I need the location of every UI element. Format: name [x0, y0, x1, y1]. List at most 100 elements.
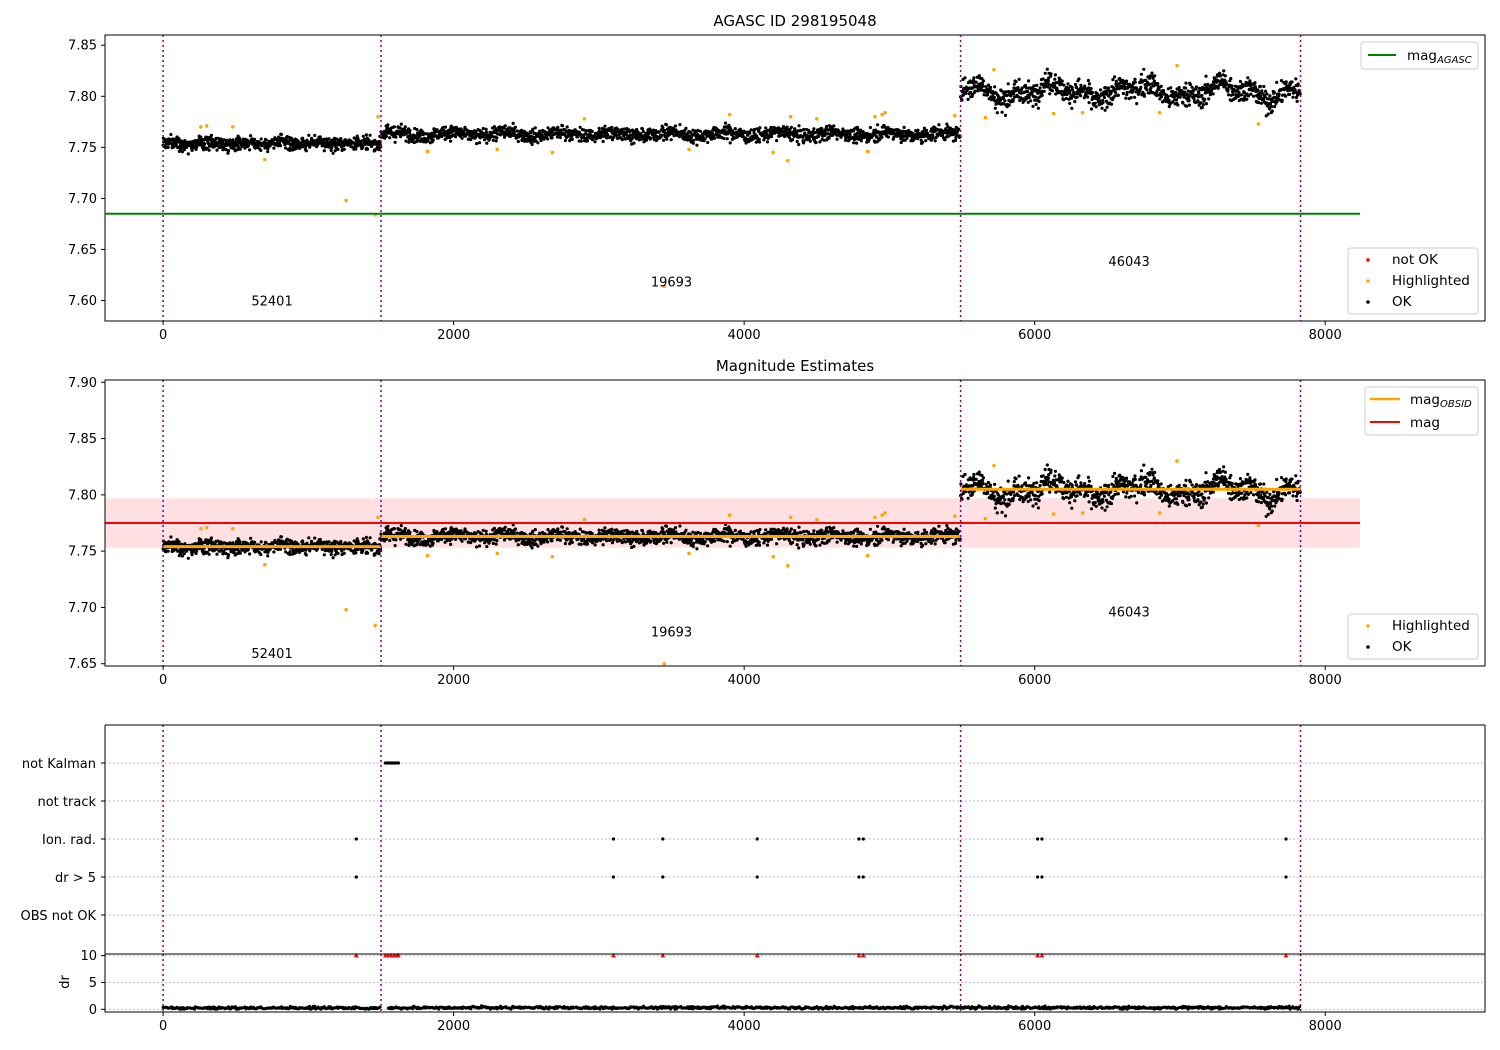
panel2-ok-point: [611, 531, 615, 535]
panel1-ok-point: [1046, 79, 1050, 83]
panel1-highlighted-point-15: [785, 158, 790, 163]
panel2-ok-point: [404, 542, 408, 546]
panel1-highlighted-point-4: [344, 198, 348, 203]
panel1-ok-point: [329, 148, 333, 152]
panel1-ok-point: [1190, 85, 1194, 89]
panel2-ok-point: [169, 535, 173, 539]
panel1-ok-point: [966, 97, 970, 101]
panel1-ok-point: [598, 136, 603, 140]
panel1-ok-point: [1200, 93, 1204, 98]
panel1-ok-point: [443, 125, 448, 129]
panel2-ok-point: [593, 543, 597, 547]
panel2-ok-point: [665, 540, 669, 544]
panel1-ok-point: [1176, 103, 1180, 107]
panel1-ok-point: [812, 127, 816, 131]
panel1-ok-point: [1064, 96, 1068, 101]
panel1-ok-point: [264, 138, 268, 142]
panel1-ok-point: [795, 132, 799, 136]
panel1-ok-point: [1060, 79, 1064, 83]
panel1-obsid-label-2: 46043: [1108, 255, 1149, 270]
panel1-ok-point: [691, 141, 695, 145]
panel1-ok-point: [1135, 102, 1139, 106]
panel2-ok-point: [502, 528, 506, 532]
panel2-ok-point: [310, 539, 314, 543]
panel1-ok-point: [1045, 67, 1049, 71]
panel2-ok-point: [609, 537, 613, 542]
panel1-ok-point: [1187, 99, 1191, 103]
panel1-ok-point: [609, 135, 613, 139]
panel1-ok-point: [1074, 85, 1079, 89]
panel1-ok-point: [1253, 81, 1257, 85]
panel1-ok-point: [1159, 84, 1163, 88]
panel1-ok-point: [669, 138, 673, 142]
panel1-ok-point: [1245, 97, 1249, 101]
panel1-xtick-label-3: 6000: [1018, 328, 1051, 343]
panel1-ok-point: [511, 121, 515, 125]
panel1-ok-point: [1273, 104, 1277, 109]
panel2-ok-point: [327, 540, 331, 544]
panel2-ok-point: [366, 551, 370, 555]
panel1-highlighted-point-27: [1157, 110, 1162, 115]
panel1-ok-point: [1290, 80, 1294, 84]
panel2-ok-point: [399, 524, 403, 528]
panel1-ok-point: [288, 146, 292, 150]
panel1-ok-point: [392, 125, 396, 129]
panel1-ok-point: [491, 138, 495, 142]
panel1-ok-point: [1102, 95, 1106, 100]
panel1-ok-point: [431, 138, 435, 142]
legend-not-ok-marker: [1366, 258, 1370, 262]
panel1-ok-point: [550, 136, 554, 140]
panel1-ok-point: [278, 144, 283, 148]
panel1-ok-point: [361, 134, 365, 138]
panel2-ok-point: [266, 554, 270, 558]
panel1-ok-point: [1014, 80, 1018, 84]
panel1-ok-point: [327, 137, 331, 141]
panel1-ok-point: [1114, 79, 1118, 83]
panel1-ok-point: [342, 147, 346, 151]
panel2-ok-point: [494, 542, 498, 546]
panel2-ok-point: [673, 526, 678, 530]
panel1-ok-point: [748, 131, 752, 135]
panel2-ok-point: [684, 528, 688, 532]
panel1-ok-point: [563, 138, 568, 143]
panel1-ok-point: [1032, 84, 1036, 88]
panel1-ok-point: [1038, 86, 1042, 90]
panel2-ok-point: [407, 543, 411, 548]
panel2-ok-point: [449, 542, 453, 547]
panel1-ok-point: [408, 128, 412, 132]
panel2-ok-point: [259, 540, 263, 544]
panel1-ok-point: [848, 133, 852, 137]
panel1-ok-point: [1155, 93, 1159, 98]
panel1-ok-point: [1113, 75, 1117, 79]
panel1-ok-point: [1226, 93, 1231, 97]
panel1-ok-point: [1109, 102, 1114, 106]
panel1-ok-point: [1161, 89, 1166, 93]
panel2-ok-point: [563, 542, 568, 546]
panel1-ok-point: [993, 85, 997, 89]
panel1-ok-point: [1075, 95, 1079, 99]
panel1-ok-point: [512, 130, 516, 135]
panel1-ok-point: [640, 127, 645, 131]
panel1-ok-point: [354, 147, 358, 151]
panel1-ok-point: [1149, 86, 1153, 90]
panel1-ok-point: [1012, 92, 1016, 96]
panel2-ok-point: [610, 527, 614, 531]
panel1-ok-point: [368, 133, 372, 137]
panel2-ok-point: [483, 541, 487, 545]
panel1-ok-point: [1240, 93, 1244, 97]
panel1-ok-point: [1277, 92, 1281, 96]
panel1-ok-point: [785, 125, 789, 129]
panel1-ok-point: [924, 128, 929, 132]
panel2-ok-point: [454, 537, 458, 542]
panel1-ok-point: [1043, 71, 1047, 75]
panel1-ok-point: [253, 137, 257, 141]
panel2-ok-point: [513, 527, 518, 531]
panel1-ok-point: [1073, 100, 1077, 104]
panel2-ok-point: [485, 545, 489, 549]
panel1-ok-point: [678, 123, 682, 127]
panel1-ok-point: [460, 136, 464, 140]
panel2-ok-point: [333, 553, 337, 557]
panel1-ok-point: [703, 137, 707, 141]
panel1-ok-point: [536, 141, 540, 145]
panel2-ok-point: [538, 531, 542, 535]
